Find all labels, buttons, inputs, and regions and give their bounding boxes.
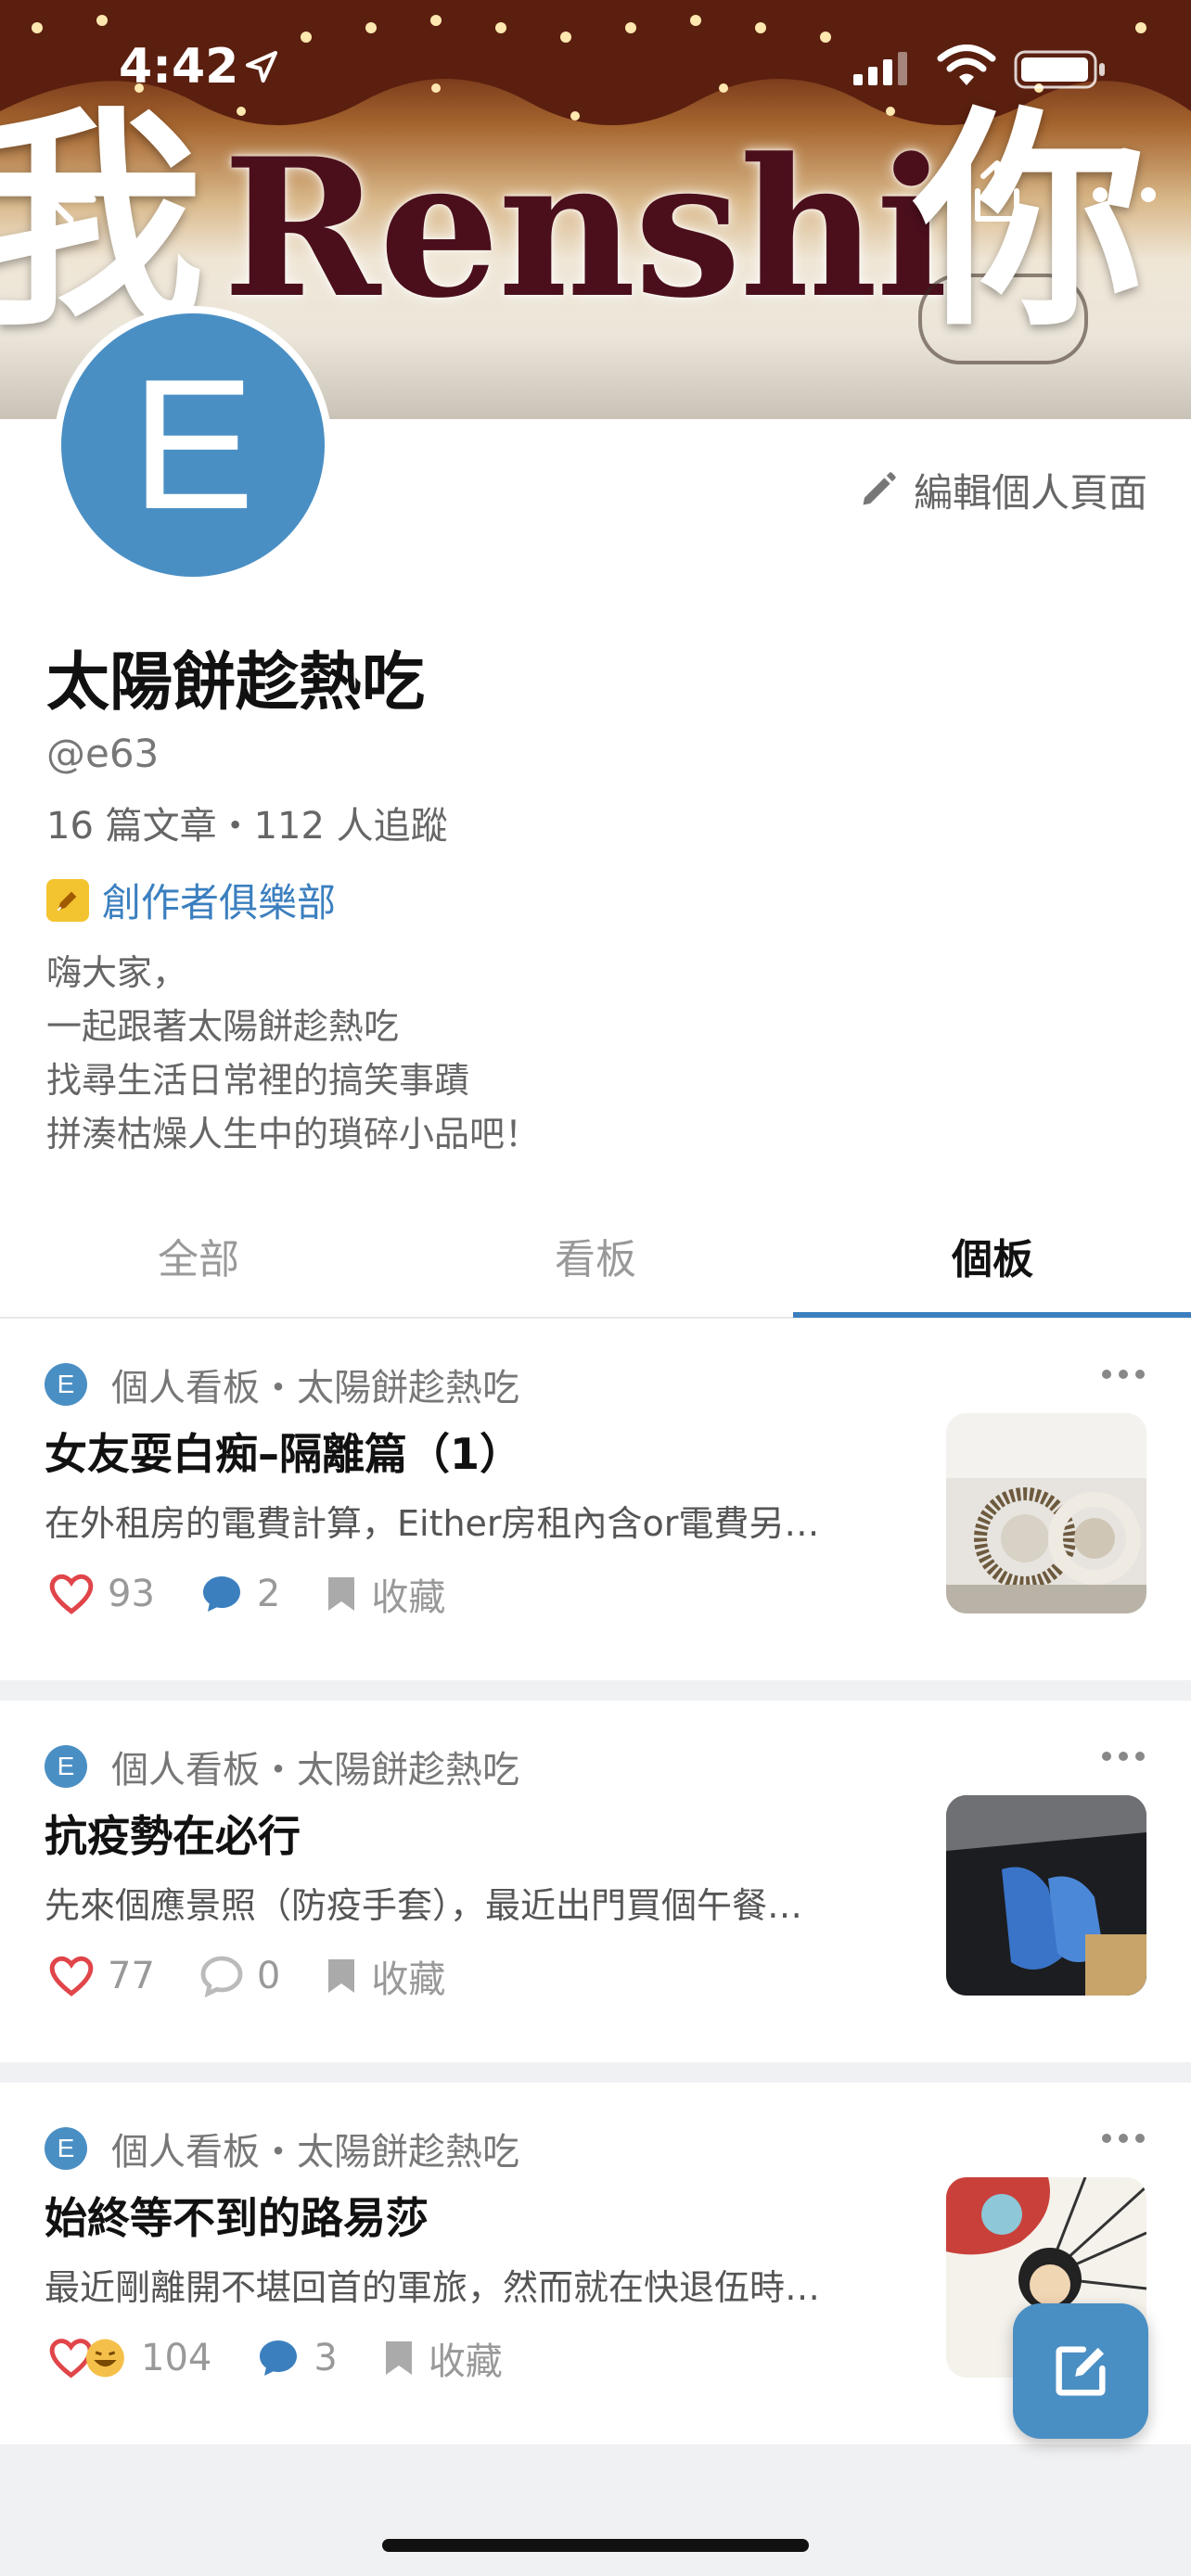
post-actions: 77 0 收藏 xyxy=(48,1949,490,2003)
like-count[interactable]: 77 xyxy=(48,1955,155,1997)
post-title: 始終等不到的路易莎 xyxy=(45,2193,429,2243)
comment-count[interactable]: 3 xyxy=(256,2337,338,2379)
post-excerpt: 最近剛離開不堪回首的軍旅，然而就在快退伍時… xyxy=(45,2267,821,2308)
post-more-icon[interactable] xyxy=(1100,1360,1146,1388)
comment-bubble-icon xyxy=(200,1956,243,1997)
creator-club-label: 創作者俱樂部 xyxy=(102,880,337,925)
profile-name: 太陽餅趁熱吃 xyxy=(46,646,426,720)
bookmark-icon xyxy=(385,2341,412,2375)
profile-handle: @e63 xyxy=(46,731,160,776)
post-thumbnail[interactable] xyxy=(946,1413,1146,1613)
bio-line: 嗨大家， xyxy=(46,952,188,993)
comment-bubble-icon xyxy=(202,1576,240,1612)
edit-profile-label: 編輯個人頁面 xyxy=(914,469,1148,516)
post-excerpt: 在外租房的電費計算，Either房租內含or電費另… xyxy=(45,1503,820,1544)
bio-line: 找尋生活日常裡的搞笑事蹟 xyxy=(46,1060,470,1101)
save-button[interactable]: 收藏 xyxy=(325,1949,445,2003)
post-board-author: 個人看板・太陽餅趁熱吃 xyxy=(111,1749,519,1792)
more-options-icon[interactable] xyxy=(1087,167,1161,223)
bookmark-icon xyxy=(328,1959,355,1993)
edit-profile-button[interactable]: 編輯個人頁面 xyxy=(858,462,1147,517)
save-label: 收藏 xyxy=(428,2340,503,2383)
save-label: 收藏 xyxy=(371,1958,446,2001)
post-title: 女友耍白痴–隔離篇（1） xyxy=(45,1429,523,1479)
status-time: 4:42 xyxy=(119,39,239,95)
bio-line: 一起跟著太陽餅趁熱吃 xyxy=(46,1006,400,1047)
creator-club-link[interactable]: 創作者俱樂部 xyxy=(46,872,336,928)
post-excerpt: 先來個應景照（防疫手套），最近出門買個午餐… xyxy=(45,1885,803,1926)
battery-icon xyxy=(1014,50,1105,89)
profile-stats[interactable]: 16 篇文章・112 人追蹤 xyxy=(46,796,448,849)
cellular-signal-icon xyxy=(853,52,907,85)
comment-count[interactable]: 0 xyxy=(199,1955,280,1997)
heart-and-laugh-reaction-icon xyxy=(49,2339,124,2378)
post-meta: E 個人看板・太陽餅趁熱吃 xyxy=(45,1358,519,1411)
post-title: 抗疫勢在必行 xyxy=(45,1811,301,1861)
like-count[interactable]: 104 xyxy=(48,2337,211,2379)
save-button[interactable]: 收藏 xyxy=(382,2331,503,2385)
pen-badge-icon xyxy=(46,878,89,922)
share-icon[interactable] xyxy=(965,156,1030,230)
like-count-value: 104 xyxy=(141,2337,212,2379)
profile-tabs: 全部 看板 個板 xyxy=(0,1205,1191,1319)
pencil-icon xyxy=(863,472,896,505)
tab-personal-board[interactable]: 個板 xyxy=(794,1205,1191,1315)
post-card[interactable]: E 個人看板・太陽餅趁熱吃 抗疫勢在必行 先來個應景照（防疫手套），最近出門買個… xyxy=(0,1701,1191,2062)
wifi-icon xyxy=(937,45,996,85)
cover-sign-text: Renshi xyxy=(223,118,948,340)
comment-bubble-icon xyxy=(260,2340,298,2376)
heart-icon xyxy=(49,1956,94,1996)
post-thumbnail[interactable] xyxy=(946,1795,1146,1996)
post-board-author: 個人看板・太陽餅趁熱吃 xyxy=(111,2131,519,2174)
post-meta: E 個人看板・太陽餅趁熱吃 xyxy=(45,2122,519,2175)
save-button[interactable]: 收藏 xyxy=(325,1567,445,1621)
avatar[interactable]: E xyxy=(54,306,332,584)
bio-line: 拼湊枯燥人生中的瑣碎小品吧！ xyxy=(46,1114,541,1154)
back-arrow-icon[interactable] xyxy=(35,162,109,236)
profile-bio: 嗨大家， 一起跟著太陽餅趁熱吃 找尋生活日常裡的搞笑事蹟 拼湊枯燥人生中的瑣碎小… xyxy=(46,946,540,1161)
compose-post-button[interactable] xyxy=(1013,2303,1148,2439)
post-author-avatar: E xyxy=(45,1745,87,1788)
post-author-avatar: E xyxy=(45,2127,87,2170)
post-more-icon[interactable] xyxy=(1100,1742,1146,1770)
post-author-avatar: E xyxy=(45,1363,87,1406)
avatar-letter: E xyxy=(61,313,325,577)
post-meta: E 個人看板・太陽餅趁熱吃 xyxy=(45,1740,519,1793)
compose-edit-icon xyxy=(1056,2346,1106,2396)
post-actions: 93 2 收藏 xyxy=(48,1567,490,1621)
cover-overlay-char-right: 你 xyxy=(914,87,1146,357)
home-indicator[interactable] xyxy=(382,2539,809,2552)
tab-boards[interactable]: 看板 xyxy=(397,1205,794,1315)
status-bar: 4:42 xyxy=(0,0,1191,139)
location-arrow-icon xyxy=(245,50,278,83)
active-tab-indicator xyxy=(793,1312,1191,1318)
bookmark-icon xyxy=(328,1577,355,1611)
comment-count-value: 2 xyxy=(256,1573,281,1615)
post-board-author: 個人看板・太陽餅趁熱吃 xyxy=(111,1367,519,1409)
like-count-value: 93 xyxy=(108,1573,155,1615)
comment-count-value: 0 xyxy=(256,1955,281,1997)
like-count[interactable]: 93 xyxy=(48,1573,155,1615)
post-actions: 104 3 收藏 xyxy=(48,2331,547,2385)
comment-count-value: 3 xyxy=(314,2337,338,2379)
post-card[interactable]: E 個人看板・太陽餅趁熱吃 女友耍白痴–隔離篇（1） 在外租房的電費計算，Eit… xyxy=(0,1319,1191,1680)
tab-all[interactable]: 全部 xyxy=(0,1205,397,1315)
like-count-value: 77 xyxy=(108,1955,155,1997)
comment-count[interactable]: 2 xyxy=(199,1573,280,1615)
post-more-icon[interactable] xyxy=(1100,2124,1146,2152)
heart-icon xyxy=(49,1574,94,1614)
save-label: 收藏 xyxy=(371,1576,446,1619)
